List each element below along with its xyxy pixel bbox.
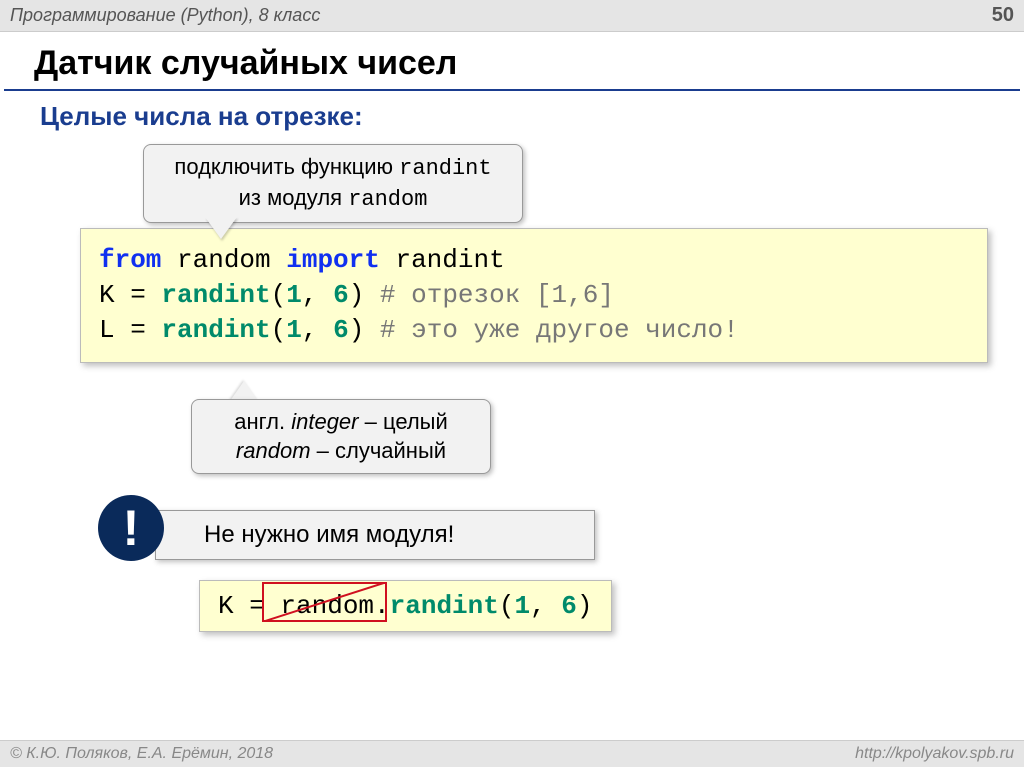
callout-tail-icon xyxy=(230,381,258,401)
copyright: © К.Ю. Поляков, Е.А. Ерёмин, 2018 xyxy=(10,745,273,763)
slide-header: Программирование (Python), 8 класс 50 xyxy=(0,0,1024,32)
section-subtitle: Целые числа на отрезке: xyxy=(0,91,1024,140)
code-block-main: from random import randint K = randint(1… xyxy=(80,228,988,363)
code-block-wrong: K = random.randint(1, 6) xyxy=(199,580,612,632)
slide-footer: © К.Ю. Поляков, Е.А. Ерёмин, 2018 http:/… xyxy=(0,740,1024,767)
note-bar: Не нужно имя модуля! xyxy=(155,510,595,560)
slide-title: Датчик случайных чисел xyxy=(4,32,1020,91)
footer-url: http://kpolyakov.spb.ru xyxy=(855,745,1014,763)
note-text: Не нужно имя модуля! xyxy=(204,521,454,548)
exclamation-icon: ! xyxy=(98,495,164,561)
course-label: Программирование (Python), 8 класс xyxy=(10,5,320,26)
callout-import-hint: подключить функцию randint из модуля ran… xyxy=(143,144,523,223)
page-number: 50 xyxy=(992,4,1014,27)
callout-translation: англ. integer – целый random – случайный xyxy=(191,399,491,474)
callout-tail-icon xyxy=(205,217,237,239)
